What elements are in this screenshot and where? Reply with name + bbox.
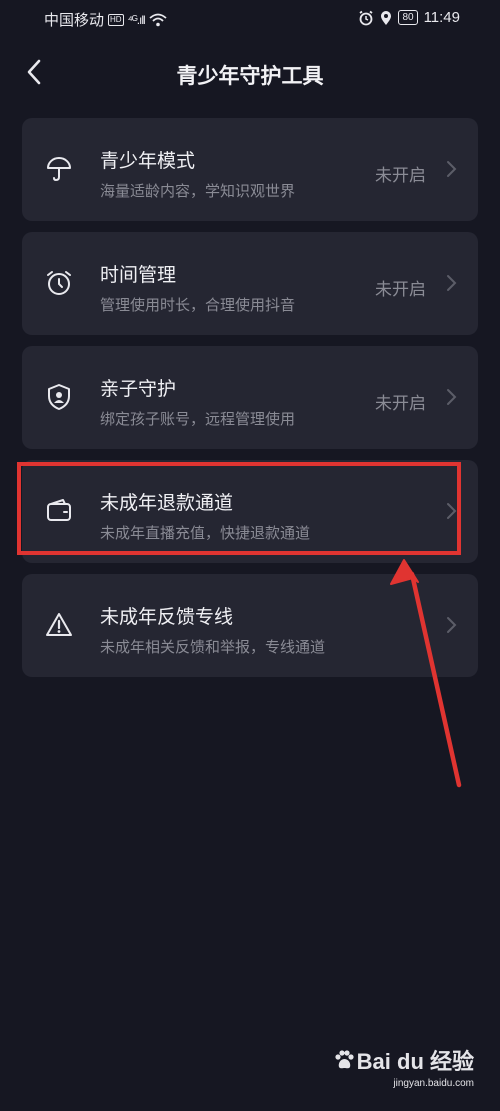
menu-list: 青少年模式 海量适龄内容，学知识观世界 未开启 时间管理 管理使用时长，合理使用… — [22, 118, 478, 688]
alarm-clock-icon — [44, 268, 74, 298]
menu-item-title: 未成年反馈专线 — [100, 607, 234, 628]
wifi-icon — [149, 13, 167, 26]
menu-item-subtitle: 管理使用时长，合理使用抖音 — [100, 297, 296, 314]
watermark: Bai du 经验 jingyan.baidu.com — [333, 1044, 474, 1089]
shield-user-icon — [44, 382, 74, 412]
menu-item-parental-guard[interactable]: 亲子守护 绑定孩子账号，远程管理使用 未开启 — [22, 346, 478, 449]
chevron-right-icon — [447, 617, 457, 633]
menu-item-subtitle: 绑定孩子账号，远程管理使用 — [100, 411, 296, 428]
nav-bar: 青少年守护工具 — [0, 44, 500, 104]
paw-icon — [335, 1050, 354, 1069]
chevron-right-icon — [447, 389, 457, 405]
watermark-url: jingyan.baidu.com — [393, 1078, 474, 1089]
battery-icon: 80 — [398, 10, 418, 25]
chevron-right-icon — [447, 275, 457, 291]
baidu-jingyan-logo: Bai du 经验 — [333, 1044, 474, 1076]
alarm-icon — [359, 10, 373, 25]
clock-time: 11:49 — [423, 9, 460, 26]
status-right: 80 11:49 — [358, 9, 460, 26]
status-left: 中国移动 HD ⁴ᴳ.ıll — [44, 9, 167, 30]
menu-item-status: 未开启 — [375, 394, 426, 413]
status-bar: 中国移动 HD ⁴ᴳ.ıll 80 11:49 — [0, 0, 500, 36]
menu-item-status: 未开启 — [375, 166, 426, 185]
menu-item-title: 亲子守护 — [100, 379, 177, 400]
menu-item-teen-mode[interactable]: 青少年模式 海量适龄内容，学知识观世界 未开启 — [22, 118, 478, 221]
menu-item-time-management[interactable]: 时间管理 管理使用时长，合理使用抖音 未开启 — [22, 232, 478, 335]
highlight-box — [17, 462, 461, 555]
location-icon — [381, 10, 392, 25]
carrier-label: 中国移动 — [44, 12, 105, 29]
page-title: 青少年守护工具 — [176, 65, 324, 88]
umbrella-icon — [44, 154, 74, 184]
warning-icon — [44, 610, 74, 640]
chevron-right-icon — [447, 161, 457, 177]
menu-item-title: 青少年模式 — [100, 151, 196, 172]
menu-item-status: 未开启 — [375, 280, 426, 299]
menu-item-subtitle: 未成年相关反馈和举报，专线通道 — [100, 639, 326, 656]
menu-item-subtitle: 海量适龄内容，学知识观世界 — [100, 183, 296, 200]
hd-badge: HD — [108, 13, 124, 26]
signal-icon: ⁴ᴳ.ıll — [127, 12, 146, 27]
menu-item-minor-feedback[interactable]: 未成年反馈专线 未成年相关反馈和举报，专线通道 — [22, 574, 478, 677]
watermark-logo-text: Bai du 经验 — [356, 1049, 474, 1074]
menu-item-title: 时间管理 — [100, 265, 177, 286]
